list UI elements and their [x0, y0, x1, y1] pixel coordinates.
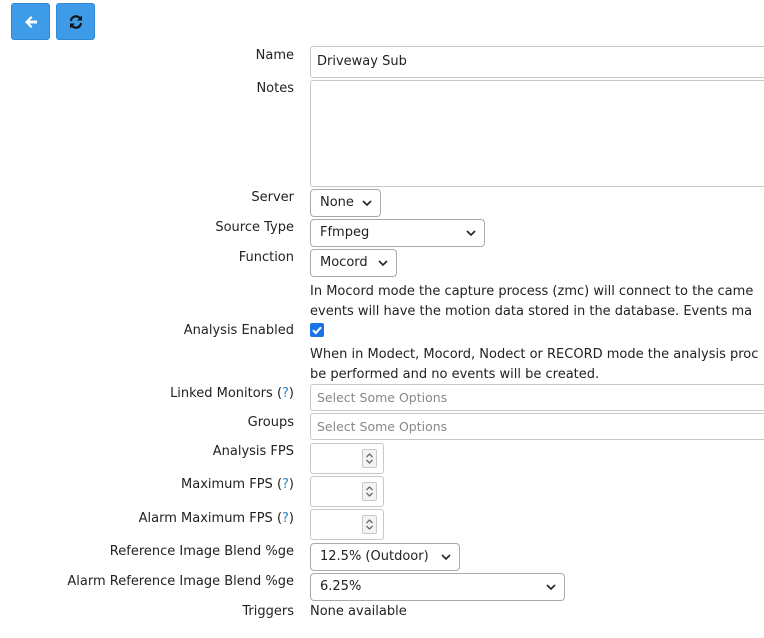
triggers-label: Triggers [242, 604, 294, 619]
linked-monitors-help-link[interactable]: ? [282, 386, 289, 401]
back-button[interactable] [11, 3, 50, 40]
name-label: Name [255, 48, 294, 63]
server-select-value: None [320, 195, 354, 210]
chevron-down-icon [378, 260, 388, 267]
server-select[interactable]: None [310, 189, 381, 217]
source-type-select[interactable]: Ffmpeg [310, 219, 485, 247]
source-type-select-value: Ffmpeg [320, 225, 370, 240]
chevron-down-icon [441, 554, 451, 561]
function-description: In Mocord mode the capture process (zmc)… [310, 282, 753, 322]
reference-blend-select[interactable]: 12.5% (Outdoor) [310, 543, 460, 571]
notes-label: Notes [256, 81, 294, 96]
chevron-down-icon [362, 200, 372, 207]
alarm-maximum-fps-spinner[interactable] [362, 515, 377, 534]
alarm-reference-blend-label: Alarm Reference Image Blend %ge [67, 574, 294, 589]
name-input-value: Driveway Sub [317, 54, 407, 69]
help-close: ) [288, 477, 294, 492]
analysis-fps-input[interactable] [310, 443, 384, 474]
analysis-enabled-checkbox[interactable] [310, 323, 324, 337]
linked-monitors-multiselect[interactable]: Select Some Options [310, 384, 764, 411]
alarm-maximum-fps-input[interactable] [310, 509, 384, 540]
alarm-reference-blend-select[interactable]: 6.25% [310, 573, 565, 601]
reference-blend-select-value: 12.5% (Outdoor) [320, 549, 429, 564]
groups-placeholder: Select Some Options [317, 419, 448, 434]
spinner-arrows-icon [366, 453, 373, 464]
reference-blend-label: Reference Image Blend %ge [109, 544, 294, 559]
alarm-maximum-fps-label: Alarm Maximum FPS (?) [139, 511, 294, 526]
function-select-value: Mocord [320, 255, 368, 270]
analysis-fps-label: Analysis FPS [212, 444, 294, 459]
linked-monitors-label-text: Linked Monitors [170, 386, 273, 401]
server-label: Server [251, 190, 294, 205]
refresh-button[interactable] [56, 3, 95, 40]
function-label: Function [238, 250, 294, 265]
linked-monitors-label: Linked Monitors (?) [170, 386, 294, 401]
spinner-arrows-icon [366, 519, 373, 530]
chevron-down-icon [466, 230, 476, 237]
maximum-fps-help-link[interactable]: ? [282, 477, 289, 492]
alarm-maximum-fps-help-link[interactable]: ? [282, 511, 289, 526]
arrow-left-icon [24, 15, 37, 28]
function-description-line: In Mocord mode the capture process (zmc)… [310, 284, 754, 299]
analysis-description-line: When in Modect, Mocord, Nodect or RECORD… [310, 347, 759, 362]
alarm-maximum-fps-label-text: Alarm Maximum FPS [138, 511, 273, 526]
function-description-line: events will have the motion data stored … [310, 304, 753, 319]
groups-label: Groups [247, 415, 294, 430]
function-select[interactable]: Mocord [310, 249, 397, 277]
source-type-label: Source Type [215, 220, 294, 235]
spinner-arrows-icon [366, 486, 373, 497]
help-close: ) [288, 511, 294, 526]
notes-textarea[interactable] [310, 80, 764, 187]
name-input[interactable]: Driveway Sub [310, 46, 764, 78]
linked-monitors-placeholder: Select Some Options [317, 390, 448, 405]
checkmark-icon [312, 326, 322, 335]
analysis-description: When in Modect, Mocord, Nodect or RECORD… [310, 345, 758, 385]
analysis-fps-spinner[interactable] [362, 449, 377, 468]
analysis-description-line: be performed and no events will be creat… [310, 367, 600, 382]
maximum-fps-label-text: Maximum FPS [181, 477, 273, 492]
alarm-reference-blend-select-value: 6.25% [320, 579, 362, 594]
maximum-fps-label: Maximum FPS (?) [181, 477, 294, 492]
help-close: ) [288, 386, 294, 401]
groups-multiselect[interactable]: Select Some Options [310, 413, 764, 440]
triggers-value: None available [310, 604, 407, 619]
refresh-icon [69, 14, 82, 29]
analysis-enabled-label: Analysis Enabled [183, 323, 294, 338]
maximum-fps-input[interactable] [310, 476, 384, 507]
maximum-fps-spinner[interactable] [362, 482, 377, 501]
chevron-down-icon [546, 584, 556, 591]
